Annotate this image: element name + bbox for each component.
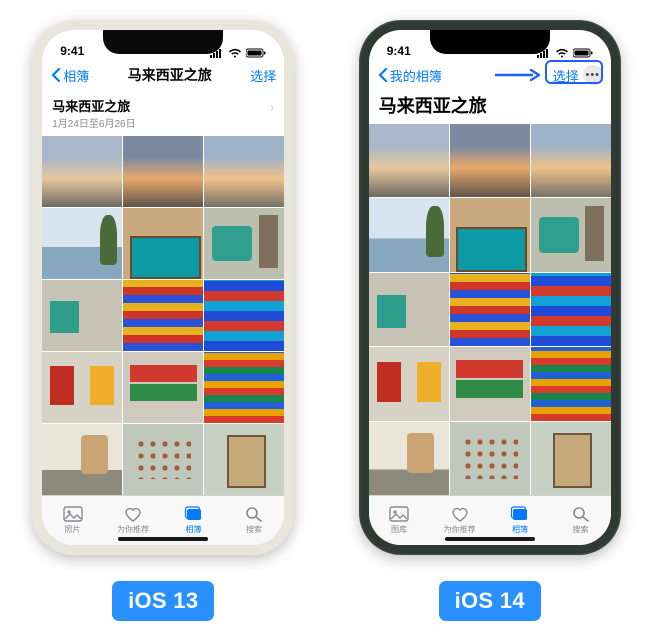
home-indicator[interactable] xyxy=(118,537,208,541)
photos-icon xyxy=(389,506,409,522)
chevron-right-icon: › xyxy=(270,100,274,114)
search-icon xyxy=(571,506,591,522)
nav-title: 马来西亚之旅 xyxy=(89,65,250,85)
photo-thumbnail[interactable] xyxy=(123,136,203,207)
back-button[interactable]: 我的相簿 xyxy=(377,66,442,85)
chevron-left-icon xyxy=(377,67,390,83)
tab-library[interactable]: 图库 xyxy=(369,496,430,545)
photo-grid[interactable] xyxy=(42,136,284,495)
tab-label: 相簿 xyxy=(512,524,528,535)
search-icon xyxy=(244,506,264,522)
signal-icon xyxy=(537,48,551,58)
wifi-icon xyxy=(228,48,242,58)
photo-thumbnail[interactable] xyxy=(369,273,449,346)
photo-thumbnail[interactable] xyxy=(204,136,284,207)
photo-thumbnail[interactable] xyxy=(42,424,122,495)
status-icons xyxy=(210,48,266,58)
tab-label: 搜索 xyxy=(573,524,589,535)
tab-label: 图库 xyxy=(391,524,407,535)
device-frame: 9:41 我的相簿 选 xyxy=(359,20,621,555)
tab-search[interactable]: 搜索 xyxy=(550,496,611,545)
chevron-left-icon xyxy=(50,67,63,83)
photo-thumbnail[interactable] xyxy=(450,347,530,420)
status-bar: 9:41 xyxy=(42,30,284,60)
photo-thumbnail[interactable] xyxy=(123,352,203,423)
photo-thumbnail[interactable] xyxy=(450,273,530,346)
albums-icon xyxy=(184,506,204,522)
tab-photos[interactable]: 照片 xyxy=(42,496,103,545)
status-bar: 9:41 xyxy=(369,30,611,60)
photo-thumbnail[interactable] xyxy=(369,422,449,495)
select-button[interactable]: 选择 xyxy=(250,66,276,85)
version-badge: iOS 13 xyxy=(112,581,214,621)
photo-thumbnail[interactable] xyxy=(531,273,611,346)
nav-bar: 我的相簿 选择 ••• xyxy=(369,60,611,90)
ellipsis-icon: ••• xyxy=(585,69,600,81)
photo-thumbnail[interactable] xyxy=(531,422,611,495)
back-label: 相簿 xyxy=(63,66,89,85)
photo-thumbnail[interactable] xyxy=(204,208,284,279)
battery-icon xyxy=(573,48,593,58)
tab-label: 照片 xyxy=(65,524,81,535)
photo-thumbnail[interactable] xyxy=(123,208,203,279)
wifi-icon xyxy=(555,48,569,58)
album-title: 马来西亚之旅 xyxy=(52,96,274,115)
album-date-range: 1月24日至6月26日 xyxy=(52,115,274,130)
photo-thumbnail[interactable] xyxy=(42,208,122,279)
photo-thumbnail[interactable] xyxy=(531,124,611,197)
tab-label: 相簿 xyxy=(186,524,202,535)
photo-thumbnail[interactable] xyxy=(450,422,530,495)
photo-thumbnail[interactable] xyxy=(204,352,284,423)
photo-thumbnail[interactable] xyxy=(450,198,530,271)
photos-icon xyxy=(63,506,83,522)
photo-thumbnail[interactable] xyxy=(450,124,530,197)
back-button[interactable]: 相簿 xyxy=(50,66,89,85)
album-header[interactable]: › 马来西亚之旅 1月24日至6月26日 xyxy=(42,90,284,136)
home-indicator[interactable] xyxy=(445,537,535,541)
heart-icon xyxy=(123,506,143,522)
photo-thumbnail[interactable] xyxy=(123,280,203,351)
nav-bar: 相簿 马来西亚之旅 选择 xyxy=(42,60,284,90)
photo-thumbnail[interactable] xyxy=(42,280,122,351)
tab-label: 为你推荐 xyxy=(444,524,476,535)
photo-thumbnail[interactable] xyxy=(531,347,611,420)
tab-label: 为你推荐 xyxy=(117,524,149,535)
phone-ios14: 9:41 我的相簿 选 xyxy=(359,20,621,621)
more-button[interactable]: ••• xyxy=(583,65,603,85)
albums-icon xyxy=(510,506,530,522)
photo-thumbnail[interactable] xyxy=(369,347,449,420)
phone-ios13: 9:41 相簿 马来西亚之旅 选择 xyxy=(32,20,294,621)
album-title: 马来西亚之旅 xyxy=(379,92,601,118)
photo-thumbnail[interactable] xyxy=(42,136,122,207)
status-time: 9:41 xyxy=(387,44,411,58)
tab-label: 搜索 xyxy=(246,524,262,535)
screen: 9:41 我的相簿 选 xyxy=(369,30,611,545)
device-frame: 9:41 相簿 马来西亚之旅 选择 xyxy=(32,20,294,555)
version-badge: iOS 14 xyxy=(439,581,541,621)
photo-thumbnail[interactable] xyxy=(204,424,284,495)
photo-thumbnail[interactable] xyxy=(369,198,449,271)
tab-search[interactable]: 搜索 xyxy=(224,496,285,545)
photo-grid[interactable] xyxy=(369,124,611,495)
annotation-arrow-icon xyxy=(493,68,541,82)
screen: 9:41 相簿 马来西亚之旅 选择 xyxy=(42,30,284,545)
heart-icon xyxy=(450,506,470,522)
photo-thumbnail[interactable] xyxy=(123,424,203,495)
signal-icon xyxy=(210,48,224,58)
photo-thumbnail[interactable] xyxy=(204,280,284,351)
battery-icon xyxy=(246,48,266,58)
album-header: 马来西亚之旅 xyxy=(369,90,611,124)
status-time: 9:41 xyxy=(60,44,84,58)
photo-thumbnail[interactable] xyxy=(531,198,611,271)
select-button[interactable]: 选择 xyxy=(553,66,579,85)
status-icons xyxy=(537,48,593,58)
photo-thumbnail[interactable] xyxy=(369,124,449,197)
back-label: 我的相簿 xyxy=(390,66,442,85)
photo-thumbnail[interactable] xyxy=(42,352,122,423)
